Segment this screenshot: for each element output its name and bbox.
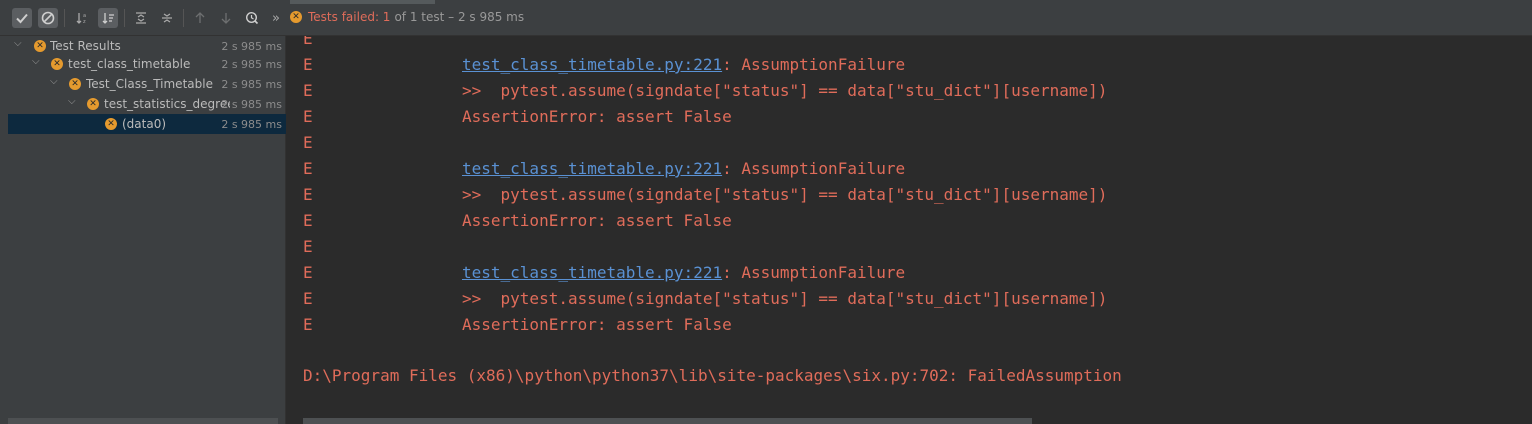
tree-item-data0[interactable]: ✕ (data0) 2 s 985 ms (8, 114, 286, 134)
tree-item-label: test_class_timetable (68, 57, 191, 71)
svg-text:z: z (83, 19, 86, 25)
console-line-text: : AssumptionFailure (722, 159, 906, 178)
console-line: >> pytest.assume(signdate["status"] == d… (462, 182, 1107, 208)
console-line-text: >> pytest.assume(signdate["status"] == d… (462, 185, 1108, 204)
test-history-icon[interactable] (242, 8, 262, 28)
toolbar-separator (183, 9, 184, 27)
tree-item-duration: 2 s 985 ms (221, 98, 282, 111)
toolbar-scroll-indicator (290, 0, 435, 4)
left-gutter (0, 36, 8, 424)
tree-item-test-results[interactable]: ⌵ ✕ Test Results 2 s 985 ms (8, 36, 286, 56)
failed-icon: ✕ (34, 40, 46, 52)
tree-item-duration: 2 s 985 ms (221, 118, 282, 131)
expand-all-icon[interactable] (131, 8, 151, 28)
source-link[interactable]: test_class_timetable.py:221 (462, 55, 722, 74)
console-line-text: AssertionError: assert False (462, 315, 732, 334)
source-link[interactable]: test_class_timetable.py:221 (462, 159, 722, 178)
console-line-prefix: E (303, 159, 313, 178)
console-line: >> pytest.assume(signdate["status"] == d… (462, 286, 1107, 312)
sort-alphabetically-icon[interactable]: az (72, 8, 92, 28)
toolbar-separator (124, 9, 125, 27)
tree-item-duration: 2 s 985 ms (221, 58, 282, 71)
tree-item-label: (data0) (122, 117, 167, 131)
tree-item-module[interactable]: ⌵ ✕ test_class_timetable 2 s 985 ms (8, 54, 286, 74)
console-line-prefix: E (303, 36, 313, 48)
tests-failed-count: Tests failed: 1 (308, 10, 391, 24)
test-runner-toolbar: az » ✕ Tests failed: 1 of 1 test – 2 s 9… (0, 0, 1532, 36)
sort-by-duration-icon[interactable] (98, 8, 118, 28)
test-status-summary: ✕ Tests failed: 1 of 1 test – 2 s 985 ms (290, 10, 524, 24)
console-line-prefix: E (303, 263, 313, 282)
chevron-down-icon[interactable]: ⌵ (50, 77, 60, 87)
console-line-text: >> pytest.assume(signdate["status"] == d… (462, 81, 1108, 100)
tree-item-class[interactable]: ⌵ ✕ Test_Class_Timetable 2 s 985 ms (8, 74, 286, 94)
console-line-prefix: E (303, 81, 313, 100)
more-icon[interactable]: » (266, 8, 286, 28)
console-line-prefix: E (303, 289, 313, 308)
console-line-prefix: E (303, 315, 313, 334)
console-footer-line: D:\Program Files (x86)\python\python37\l… (303, 366, 1122, 385)
tests-summary-text: of 1 test – 2 s 985 ms (394, 10, 525, 24)
console-horizontal-scrollbar[interactable] (303, 418, 1032, 424)
source-link[interactable]: test_class_timetable.py:221 (462, 263, 722, 282)
toolbar-separator (64, 9, 65, 27)
test-results-tree: ⌵ ✕ Test Results 2 s 985 ms ⌵ ✕ test_cla… (0, 36, 286, 424)
next-failed-icon[interactable] (216, 8, 236, 28)
tree-item-label: test_statistics_degree (104, 97, 230, 111)
console-line-text: AssertionError: assert False (462, 107, 732, 126)
console-line: AssertionError: assert False (462, 104, 732, 130)
console-line-text: : AssumptionFailure (722, 55, 906, 74)
failed-icon: ✕ (87, 98, 99, 110)
console-line-text: : AssumptionFailure (722, 263, 906, 282)
console-line-prefix: E (303, 237, 313, 256)
console-line: test_class_timetable.py:221: AssumptionF… (462, 260, 905, 286)
console-line-prefix: E (303, 107, 313, 126)
console-line-prefix: E (303, 185, 313, 204)
previous-failed-icon[interactable] (190, 8, 210, 28)
failed-icon: ✕ (69, 78, 81, 90)
tree-item-label: Test_Class_Timetable (86, 77, 213, 91)
console-line-prefix: E (303, 55, 313, 74)
failed-icon: ✕ (290, 11, 302, 23)
console-line-text: >> pytest.assume(signdate["status"] == d… (462, 289, 1108, 308)
console-line: AssertionError: assert False (462, 312, 732, 338)
console-line-prefix: E (303, 133, 313, 152)
show-ignored-icon[interactable] (38, 8, 58, 28)
tree-item-test-method[interactable]: ⌵ ✕ test_statistics_degree 2 s 985 ms (8, 94, 286, 114)
tree-item-duration: 2 s 985 ms (221, 40, 282, 53)
chevron-down-icon[interactable]: ⌵ (32, 57, 42, 67)
failed-icon: ✕ (105, 118, 117, 130)
tree-item-label: Test Results (50, 39, 121, 53)
console-output: E Etest_class_timetable.py:221: Assumptio… (287, 36, 1532, 424)
console-line: AssertionError: assert False (462, 208, 732, 234)
console-line: test_class_timetable.py:221: AssumptionF… (462, 156, 905, 182)
console-line-prefix: E (303, 211, 313, 230)
tree-item-duration: 2 s 985 ms (221, 78, 282, 91)
collapse-all-icon[interactable] (157, 8, 177, 28)
show-passed-icon[interactable] (12, 8, 32, 28)
console-line-text: AssertionError: assert False (462, 211, 732, 230)
failed-icon: ✕ (51, 58, 63, 70)
tree-horizontal-scrollbar[interactable] (8, 418, 278, 424)
console-line: >> pytest.assume(signdate["status"] == d… (462, 78, 1107, 104)
chevron-down-icon[interactable]: ⌵ (14, 39, 24, 49)
console-line: test_class_timetable.py:221: AssumptionF… (462, 52, 905, 78)
chevron-down-icon[interactable]: ⌵ (68, 97, 78, 107)
